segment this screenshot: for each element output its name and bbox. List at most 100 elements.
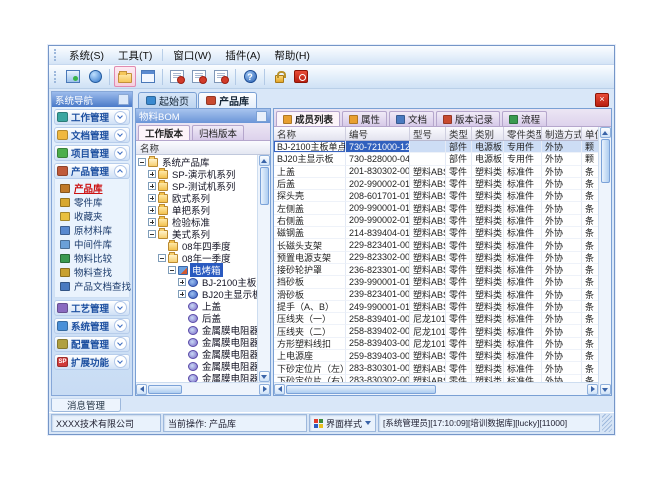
table-row[interactable]: 方形塑料线扣258-839403-00X尼龙1010零件塑料类标准件外协条 [274, 338, 598, 350]
web-globe-button[interactable] [85, 67, 105, 86]
table-hscroll-thumb[interactable] [286, 385, 436, 394]
table-vertical-scrollbar[interactable] [598, 127, 611, 395]
scroll-left-icon[interactable] [136, 384, 147, 395]
menu-item[interactable]: 插件(A) [218, 47, 267, 64]
tree-column-header[interactable]: 名称 [136, 140, 270, 155]
table-row[interactable]: BJ20主显示板730-828000-04X部件电源板专用件外协颗 [274, 153, 598, 165]
window-op1-button[interactable] [167, 67, 187, 86]
scroll-left-icon[interactable] [274, 384, 285, 395]
tree-vertical-scrollbar[interactable] [257, 155, 270, 382]
tree-node[interactable]: BJ20主显示板 [136, 288, 257, 300]
chevron-down-icon[interactable] [114, 319, 127, 332]
message-manager-tab[interactable]: 消息管理 [51, 398, 121, 412]
table-row[interactable]: 上盖201-830302-00X塑料ABS零件塑料类标准件外协条 [274, 166, 598, 178]
expand-icon[interactable] [148, 206, 156, 214]
sidebar-group-产品管理[interactable]: 产品管理 [54, 163, 130, 179]
sidebar-item-中间件库[interactable]: 中间件库 [60, 238, 128, 251]
help-button[interactable] [240, 67, 260, 86]
table-scroll-thumb[interactable] [601, 139, 610, 183]
column-header-类别[interactable]: 类别 [472, 127, 504, 140]
scroll-up-icon[interactable] [600, 127, 611, 138]
tree-scroll-thumb[interactable] [260, 167, 269, 205]
resize-grip[interactable] [602, 414, 612, 432]
tab-文档[interactable]: 文档 [389, 111, 434, 126]
expand-icon[interactable] [148, 218, 156, 226]
expand-icon[interactable] [148, 182, 156, 190]
table-row[interactable]: 后盖202-990002-01X塑料ABS零件塑料类标准件外协条 [274, 178, 598, 190]
scroll-right-icon[interactable] [259, 384, 270, 395]
chevron-down-icon[interactable] [114, 147, 127, 160]
doc-tab-起始页[interactable]: 起始页 [138, 92, 197, 108]
column-header-类型[interactable]: 类型 [446, 127, 472, 140]
sidebar-options-icon[interactable] [118, 94, 129, 105]
scroll-right-icon[interactable] [587, 384, 598, 395]
window-op3-button[interactable] [211, 67, 231, 86]
table-row[interactable]: 滑砂板239-823401-00X塑料ABS零件塑料类标准件外协条 [274, 289, 598, 301]
table-horizontal-scrollbar[interactable] [274, 382, 598, 395]
table-row[interactable]: 挡砂板239-990001-01X塑料ABS零件塑料类标准件外协条 [274, 276, 598, 288]
table-row[interactable]: 磁钢盖214-839404-01X塑料ABS零件塑料类标准件外协条 [274, 227, 598, 239]
menu-item[interactable]: 系统(S) [62, 47, 111, 64]
table-row[interactable]: 下砂定位片（左）283-830301-00X塑料ABS零件塑料类标准件外协条 [274, 362, 598, 374]
column-header-编号[interactable]: 编号 [346, 127, 410, 140]
collapse-icon[interactable] [158, 254, 166, 262]
doc-tab-产品库[interactable]: 产品库 [198, 92, 257, 108]
scroll-up-icon[interactable] [259, 155, 270, 166]
chevron-down-icon[interactable] [114, 337, 127, 350]
table-row[interactable]: 长磁头支架229-823401-00X塑料ABS零件塑料类标准件外协条 [274, 239, 598, 251]
sidebar-group-扩展功能[interactable]: SP扩展功能 [54, 354, 130, 370]
sidebar-item-产品库[interactable]: 产品库 [60, 182, 128, 195]
sidebar-group-系统管理[interactable]: 系统管理 [54, 318, 130, 334]
chevron-down-icon[interactable] [114, 355, 127, 368]
chevron-up-icon[interactable] [114, 165, 127, 178]
menu-grip[interactable] [54, 49, 59, 61]
version-tab-归档版本[interactable]: 归档版本 [192, 125, 244, 140]
tree-node[interactable]: 金属膜电阻器 [136, 372, 257, 382]
table-row[interactable]: 右侧盖209-990002-01X塑料ABS零件塑料类标准件外协条 [274, 215, 598, 227]
sidebar-group-工艺管理[interactable]: 工艺管理 [54, 300, 130, 316]
menu-item[interactable]: 窗口(W) [166, 47, 218, 64]
panel-pin-icon[interactable] [256, 111, 267, 122]
lock-button[interactable] [269, 67, 289, 86]
views-button[interactable] [138, 67, 158, 86]
sidebar-item-产品文档查找[interactable]: 产品文档查找 [60, 280, 128, 293]
column-header-型号[interactable]: 型号 [410, 127, 446, 140]
ui-style-dropdown[interactable]: 界面样式 [309, 414, 376, 432]
window-op2-button[interactable] [189, 67, 209, 86]
expand-icon[interactable] [148, 170, 156, 178]
sidebar-item-收藏夹[interactable]: 收藏夹 [60, 210, 128, 223]
menu-item[interactable]: 帮助(H) [267, 47, 317, 64]
sidebar-item-物料比较[interactable]: 物料比较 [60, 252, 128, 265]
table-row[interactable]: 下砂定位片（右）283-830302-00X塑料ABS零件塑料类标准件外协条 [274, 375, 598, 382]
close-tab-button[interactable]: × [595, 93, 609, 107]
chevron-down-icon[interactable] [114, 111, 127, 124]
exit-button[interactable] [291, 67, 311, 86]
scroll-down-icon[interactable] [600, 384, 611, 395]
menu-item[interactable]: 工具(T) [111, 47, 159, 64]
sidebar-group-项目管理[interactable]: 项目管理 [54, 145, 130, 161]
tab-版本记录[interactable]: 版本记录 [436, 111, 500, 126]
table-row[interactable]: 左侧盖209-990001-01X塑料ABS零件塑料类标准件外协条 [274, 202, 598, 214]
chevron-down-icon[interactable] [114, 301, 127, 314]
chevron-down-icon[interactable] [114, 129, 127, 142]
version-tab-工作版本[interactable]: 工作版本 [138, 125, 190, 140]
table-row[interactable]: 探头壳208-601701-01X塑料ABS零件塑料类标准件外协条 [274, 190, 598, 202]
table-row[interactable]: 压线夹（一）258-839401-00X尼龙1010零件塑料类标准件外协条 [274, 313, 598, 325]
sidebar-item-原材料库[interactable]: 原材料库 [60, 224, 128, 237]
table-row[interactable]: 压线夹（二）258-839402-00X尼龙1010零件塑料类标准件外协条 [274, 325, 598, 337]
column-header-零件类型[interactable]: 零件类型 [504, 127, 542, 140]
sidebar-group-文档管理[interactable]: 文档管理 [54, 127, 130, 143]
sidebar-item-零件库[interactable]: 零件库 [60, 196, 128, 209]
sidebar-item-物料查找[interactable]: 物料查找 [60, 266, 128, 279]
tree-horizontal-scrollbar[interactable] [136, 382, 270, 395]
expand-icon[interactable] [148, 194, 156, 202]
expand-icon[interactable] [178, 290, 186, 298]
open-library-button[interactable] [114, 66, 136, 87]
tab-流程[interactable]: 流程 [502, 111, 547, 126]
scroll-down-icon[interactable] [259, 371, 270, 382]
collapse-icon[interactable] [138, 158, 146, 166]
workspace-button[interactable] [63, 67, 83, 86]
tab-属性[interactable]: 属性 [342, 111, 387, 126]
collapse-icon[interactable] [148, 230, 156, 238]
sidebar-group-配置管理[interactable]: 配置管理 [54, 336, 130, 352]
